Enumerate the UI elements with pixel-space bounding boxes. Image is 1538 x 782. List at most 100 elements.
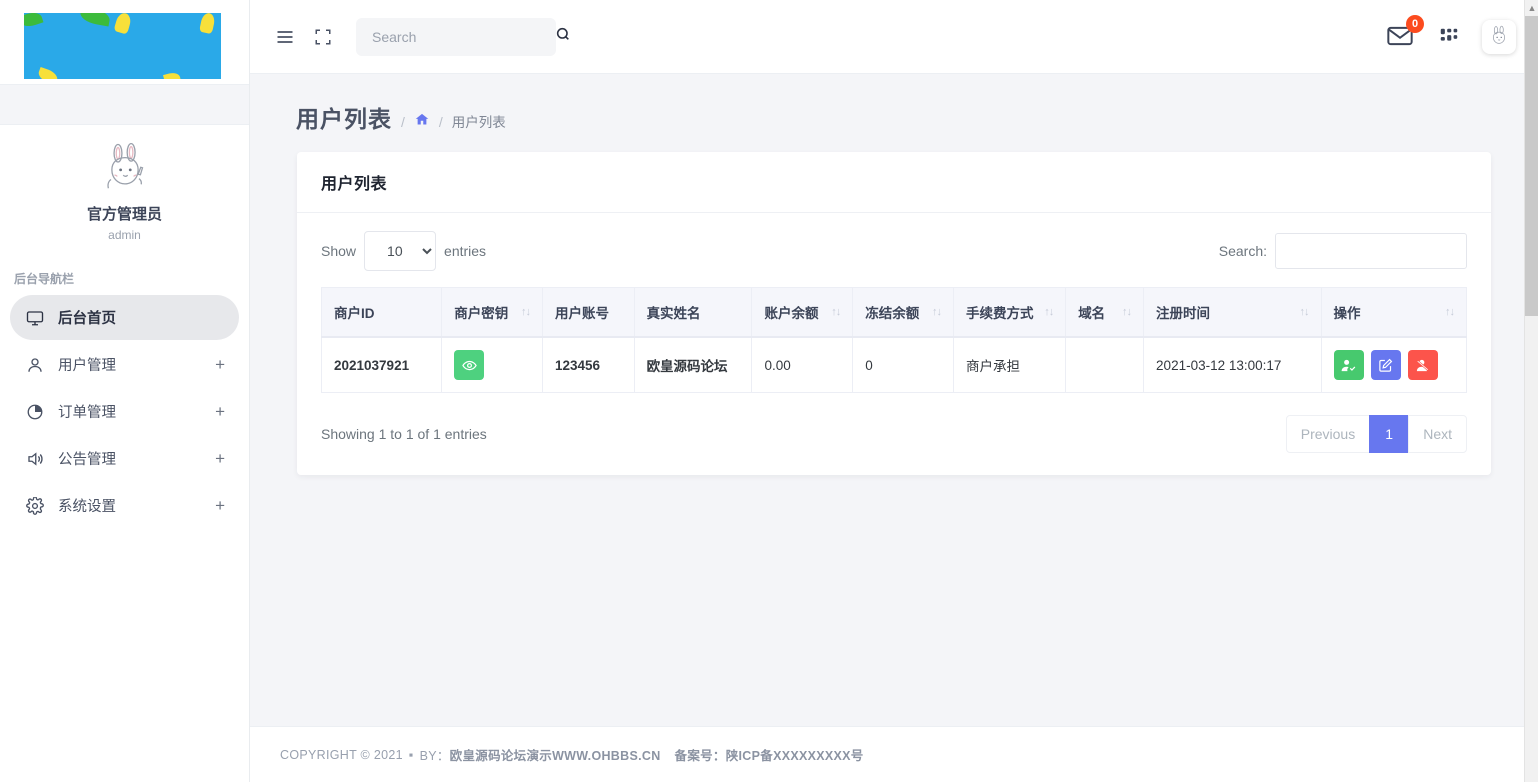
search-box[interactable] <box>356 18 556 56</box>
cell-balance: 0.00 <box>752 337 853 393</box>
user-slash-icon <box>1415 358 1430 373</box>
sidebar-divider <box>0 85 249 125</box>
apps-grid-icon[interactable] <box>1430 18 1468 56</box>
page-length-select[interactable]: 102550100 <box>364 231 436 271</box>
col-label: 商户密钥 <box>454 302 508 322</box>
pagination-next[interactable]: Next <box>1408 415 1467 453</box>
user-check-icon <box>1341 358 1356 373</box>
sort-icon[interactable]: ↑↓ <box>1122 306 1131 318</box>
datatable-footer: Showing 1 to 1 of 1 entries Previous 1 N… <box>321 415 1467 453</box>
sort-icon[interactable]: ↑↓ <box>831 306 840 318</box>
cell-merchant-key <box>442 337 543 393</box>
brand-banner-image <box>24 13 221 79</box>
page-title: 用户列表 <box>296 100 392 134</box>
cell-user-account: 123456 <box>542 337 634 393</box>
hamburger-icon[interactable] <box>266 18 304 56</box>
col-operations[interactable]: 操作 ↑↓ <box>1321 288 1466 338</box>
col-frozen-balance[interactable]: 冻结余额 ↑↓ <box>853 288 954 338</box>
search-icon[interactable] <box>555 26 571 47</box>
footer-dot: ▪ <box>409 748 414 762</box>
sidebar-item-dashboard[interactable]: 后台首页 <box>10 295 239 340</box>
breadcrumb-separator: / <box>439 114 443 130</box>
vertical-scrollbar[interactable]: ▲ <box>1524 0 1538 782</box>
user-avatar-button[interactable] <box>1482 20 1516 54</box>
breadcrumb-current[interactable]: 用户列表 <box>452 111 506 131</box>
footer-copyright: COPYRIGHT © 2021 <box>280 748 403 762</box>
col-label: 用户账号 <box>555 302 609 322</box>
col-balance[interactable]: 账户余额 ↑↓ <box>752 288 853 338</box>
card-header: 用户列表 <box>297 152 1491 213</box>
show-secret-key-button[interactable] <box>454 350 484 380</box>
col-real-name[interactable]: 真实姓名 <box>634 288 752 338</box>
sidebar: 示 官方管理员 <box>0 0 250 782</box>
col-label: 真实姓名 <box>647 302 701 322</box>
footer-by-name[interactable]: 欧皇源码论坛演示WWW.OHBBS.CN <box>450 745 661 764</box>
brand-header[interactable]: 示 <box>0 0 249 85</box>
message-count-badge: 0 <box>1406 15 1424 33</box>
sidebar-item-label: 后台首页 <box>58 307 225 328</box>
col-merchant-key[interactable]: 商户密钥 ↑↓ <box>442 288 543 338</box>
table-search-label: Search: <box>1219 243 1267 259</box>
sort-icon[interactable]: ↑↓ <box>1044 306 1053 318</box>
fullscreen-expand-icon[interactable] <box>304 18 342 56</box>
breadcrumb-home-icon[interactable] <box>414 112 430 132</box>
footer-by-prefix: BY： <box>420 745 450 764</box>
sidebar-expand-icon[interactable]: + <box>215 497 225 514</box>
approve-user-button[interactable] <box>1334 350 1364 380</box>
breadcrumb-separator: / <box>401 114 405 130</box>
sort-icon[interactable]: ↑↓ <box>932 306 941 318</box>
sidebar-item-label: 公告管理 <box>58 448 215 469</box>
profile-role: admin <box>0 228 249 242</box>
table-search-control: Search: <box>1219 233 1467 269</box>
user-table: 商户ID 商户密钥 ↑↓ 用户账号 真实姓名 账户余额 ↑↓ <box>321 287 1467 393</box>
sidebar-item-system-settings[interactable]: 系统设置 + <box>10 483 239 528</box>
nav-section-title: 后台导航栏 <box>0 248 249 295</box>
col-register-time[interactable]: 注册时间 ↑↓ <box>1144 288 1321 338</box>
col-merchant-id[interactable]: 商户ID <box>322 288 442 338</box>
sort-icon[interactable]: ↑↓ <box>1300 306 1309 318</box>
sidebar-item-label: 系统设置 <box>58 495 215 516</box>
sidebar-nav: 后台首页 用户管理 + 订单管理 + <box>0 295 249 528</box>
sort-icon[interactable]: ↑↓ <box>521 306 530 318</box>
table-search-input[interactable] <box>1275 233 1467 269</box>
table-info: Showing 1 to 1 of 1 entries <box>321 426 487 442</box>
gear-icon <box>24 495 46 517</box>
scroll-up-arrow-icon[interactable]: ▲ <box>1525 0 1538 16</box>
entries-label: entries <box>444 243 486 259</box>
sidebar-item-user-management[interactable]: 用户管理 + <box>10 342 239 387</box>
search-input[interactable] <box>370 28 555 46</box>
topbar-actions: 0 <box>1386 18 1516 56</box>
cell-real-name: 欧皇源码论坛 <box>634 337 752 393</box>
col-fee-mode[interactable]: 手续费方式 ↑↓ <box>953 288 1065 338</box>
pagination-page-1[interactable]: 1 <box>1369 415 1409 453</box>
content-area: 用户列表 Show 102550100 entries Search: <box>250 142 1538 726</box>
edit-user-button[interactable] <box>1371 350 1401 380</box>
col-domain[interactable]: 域名 ↑↓ <box>1066 288 1144 338</box>
col-label: 域名 <box>1078 302 1105 322</box>
sidebar-item-announcement-management[interactable]: 公告管理 + <box>10 436 239 481</box>
cell-fee-mode[interactable]: 商户承担 <box>953 337 1065 393</box>
col-user-account[interactable]: 用户账号 <box>542 288 634 338</box>
sidebar-expand-icon[interactable]: + <box>215 356 225 373</box>
table-body: 2021037921 123456 欧皇源码论坛 <box>322 337 1467 393</box>
sidebar-item-label: 订单管理 <box>58 401 215 422</box>
table-head: 商户ID 商户密钥 ↑↓ 用户账号 真实姓名 账户余额 ↑↓ <box>322 288 1467 338</box>
sidebar-item-order-management[interactable]: 订单管理 + <box>10 389 239 434</box>
col-label: 商户ID <box>334 302 375 322</box>
messages-button[interactable]: 0 <box>1386 22 1416 52</box>
sidebar-profile: 官方管理员 admin <box>0 125 249 248</box>
pagination-previous[interactable]: Previous <box>1286 415 1370 453</box>
sidebar-expand-icon[interactable]: + <box>215 403 225 420</box>
scrollbar-thumb[interactable] <box>1525 16 1538 316</box>
footer-icp: 备案号：陕ICP备XXXXXXXXX号 <box>675 749 864 763</box>
top-navbar: 0 <box>250 0 1538 74</box>
sort-icon[interactable]: ↑↓ <box>1445 306 1454 318</box>
cell-frozen-balance: 0 <box>853 337 954 393</box>
sidebar-expand-icon[interactable]: + <box>215 450 225 467</box>
disable-user-button[interactable] <box>1408 350 1438 380</box>
rabbit-avatar <box>97 141 153 197</box>
pie-chart-icon <box>24 401 46 423</box>
pagination: Previous 1 Next <box>1287 415 1467 453</box>
speaker-icon <box>24 448 46 470</box>
col-label: 注册时间 <box>1156 302 1210 322</box>
